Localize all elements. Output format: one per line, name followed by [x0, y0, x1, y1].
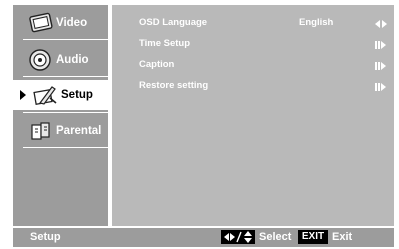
setting-value: English — [299, 17, 334, 28]
setting-row-restore-setting[interactable]: Restore setting — [112, 76, 394, 96]
setting-label: Time Setup — [139, 38, 191, 49]
sidebar-item-label: Video — [56, 17, 88, 29]
left-right-arrows-icon[interactable] — [374, 20, 388, 28]
parental-lock-icon — [31, 122, 50, 140]
bottom-status-bar: Setup Select EXIT Exit — [13, 228, 394, 247]
sidebar-item-label: Parental — [56, 125, 102, 137]
divider — [23, 76, 108, 77]
osd-screen: Video Audio Setup Parental OSD Language … — [3, 3, 394, 247]
setting-row-caption[interactable]: Caption — [112, 55, 394, 75]
setting-label: Restore setting — [139, 80, 209, 91]
enter-arrow-icon[interactable] — [374, 83, 388, 91]
navigate-keys-icon — [221, 230, 255, 244]
select-hint: Select — [259, 231, 292, 243]
setting-label: Caption — [139, 59, 175, 70]
divider — [23, 147, 108, 148]
sidebar-item-parental[interactable]: Parental — [13, 116, 108, 146]
sidebar-item-audio[interactable]: Audio — [13, 45, 108, 75]
exit-hint: Exit — [332, 231, 353, 243]
enter-arrow-icon[interactable] — [374, 41, 388, 49]
sidebar-item-setup[interactable]: Setup — [13, 80, 108, 110]
settings-panel: OSD Language English Time Setup Caption — [112, 5, 394, 226]
sidebar-menu: Video Audio Setup Parental — [13, 5, 108, 226]
sidebar-item-video[interactable]: Video — [13, 8, 108, 38]
setting-row-time-setup[interactable]: Time Setup — [112, 34, 394, 54]
current-menu-title: Setup — [30, 231, 61, 243]
sidebar-item-label: Setup — [61, 89, 93, 101]
speaker-icon — [29, 49, 51, 71]
exit-key-badge: EXIT — [298, 230, 328, 244]
setup-tools-icon — [33, 86, 57, 106]
divider — [23, 112, 108, 113]
selection-pointer-icon — [20, 90, 26, 100]
tv-icon — [29, 12, 53, 33]
setting-row-osd-language[interactable]: OSD Language English — [112, 13, 394, 33]
enter-arrow-icon[interactable] — [374, 62, 388, 70]
sidebar-item-label: Audio — [56, 54, 89, 66]
divider — [23, 39, 108, 40]
setting-label: OSD Language — [139, 17, 208, 28]
